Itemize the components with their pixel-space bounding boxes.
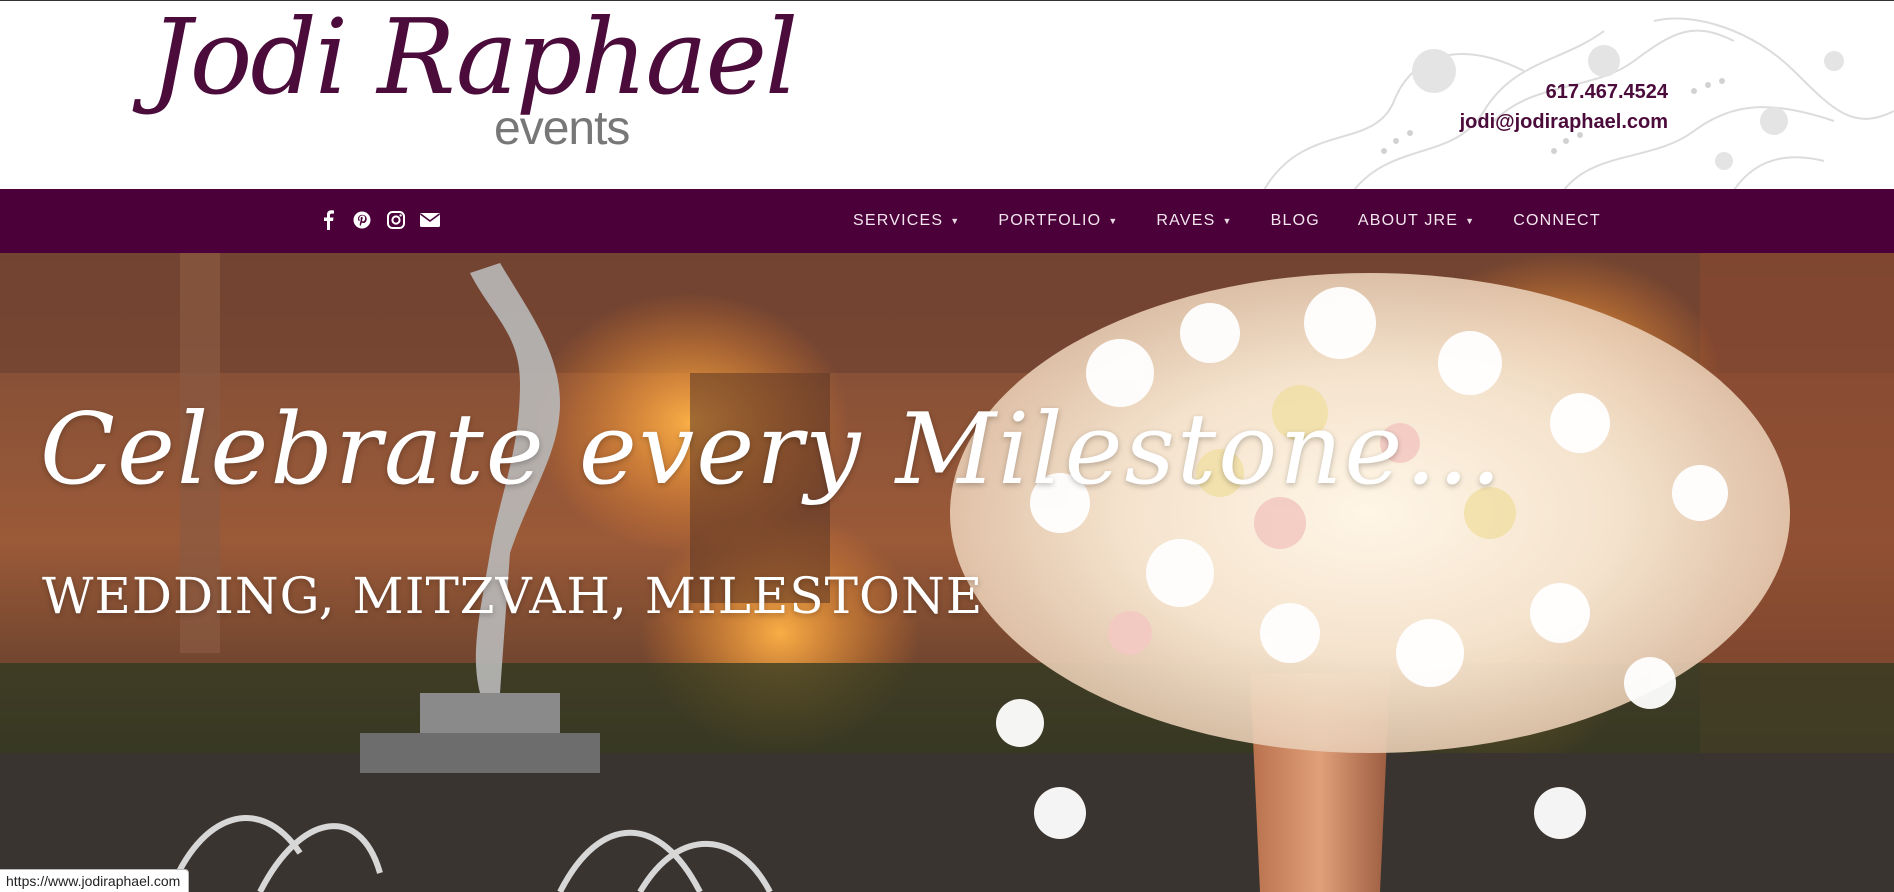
main-navbar: SERVICES ▼ PORTFOLIO ▼ RAVES ▼ BLOG ABOU… bbox=[0, 189, 1894, 253]
nav-item-label: BLOG bbox=[1270, 212, 1320, 229]
nav-item-label: CONNECT bbox=[1513, 212, 1601, 229]
nav-item-blog[interactable]: BLOG bbox=[1271, 212, 1320, 230]
header-contact: 617.467.4524 jodi@jodiraphael.com bbox=[1460, 77, 1668, 137]
nav-item-portfolio[interactable]: PORTFOLIO ▼ bbox=[998, 212, 1118, 230]
pinterest-icon[interactable] bbox=[352, 209, 372, 231]
email-link[interactable]: jodi@jodiraphael.com bbox=[1460, 107, 1668, 137]
nav-item-label: RAVES bbox=[1156, 212, 1216, 229]
caret-down-icon: ▼ bbox=[1108, 216, 1119, 226]
nav-item-services[interactable]: SERVICES ▼ bbox=[853, 212, 960, 230]
caret-down-icon: ▼ bbox=[1222, 216, 1233, 226]
nav-item-label: SERVICES bbox=[853, 212, 944, 229]
site-header: Jodi Raphael events 617.467.4524 jodi@jo… bbox=[0, 0, 1894, 189]
logo-script-text: Jodi Raphael bbox=[150, 0, 798, 118]
envelope-icon[interactable] bbox=[420, 209, 440, 231]
nav-menu: SERVICES ▼ PORTFOLIO ▼ RAVES ▼ BLOG ABOU… bbox=[853, 189, 1639, 253]
logo-subtext: events bbox=[494, 102, 630, 155]
hero-subtitle: WEDDING, MITZVAH, MILESTONE bbox=[42, 567, 984, 625]
phone-link[interactable]: 617.467.4524 bbox=[1460, 77, 1668, 107]
nav-item-label: ABOUT JRE bbox=[1357, 212, 1459, 229]
social-links bbox=[318, 209, 440, 231]
caret-down-icon: ▼ bbox=[950, 216, 961, 226]
hero-title: Celebrate every Milestone… bbox=[40, 393, 1505, 507]
status-bar-url: https://www.jodiraphael.com bbox=[0, 869, 190, 892]
nav-item-label: PORTFOLIO bbox=[998, 212, 1102, 229]
instagram-icon[interactable] bbox=[386, 209, 406, 231]
caret-down-icon: ▼ bbox=[1465, 216, 1476, 226]
nav-item-connect[interactable]: CONNECT bbox=[1513, 212, 1601, 230]
facebook-icon[interactable] bbox=[318, 209, 338, 231]
site-logo[interactable]: Jodi Raphael events bbox=[150, 5, 798, 185]
nav-item-raves[interactable]: RAVES ▼ bbox=[1156, 212, 1232, 230]
hero-banner: Celebrate every Milestone… WEDDING, MITZ… bbox=[0, 253, 1894, 892]
nav-item-about[interactable]: ABOUT JRE ▼ bbox=[1358, 212, 1475, 230]
